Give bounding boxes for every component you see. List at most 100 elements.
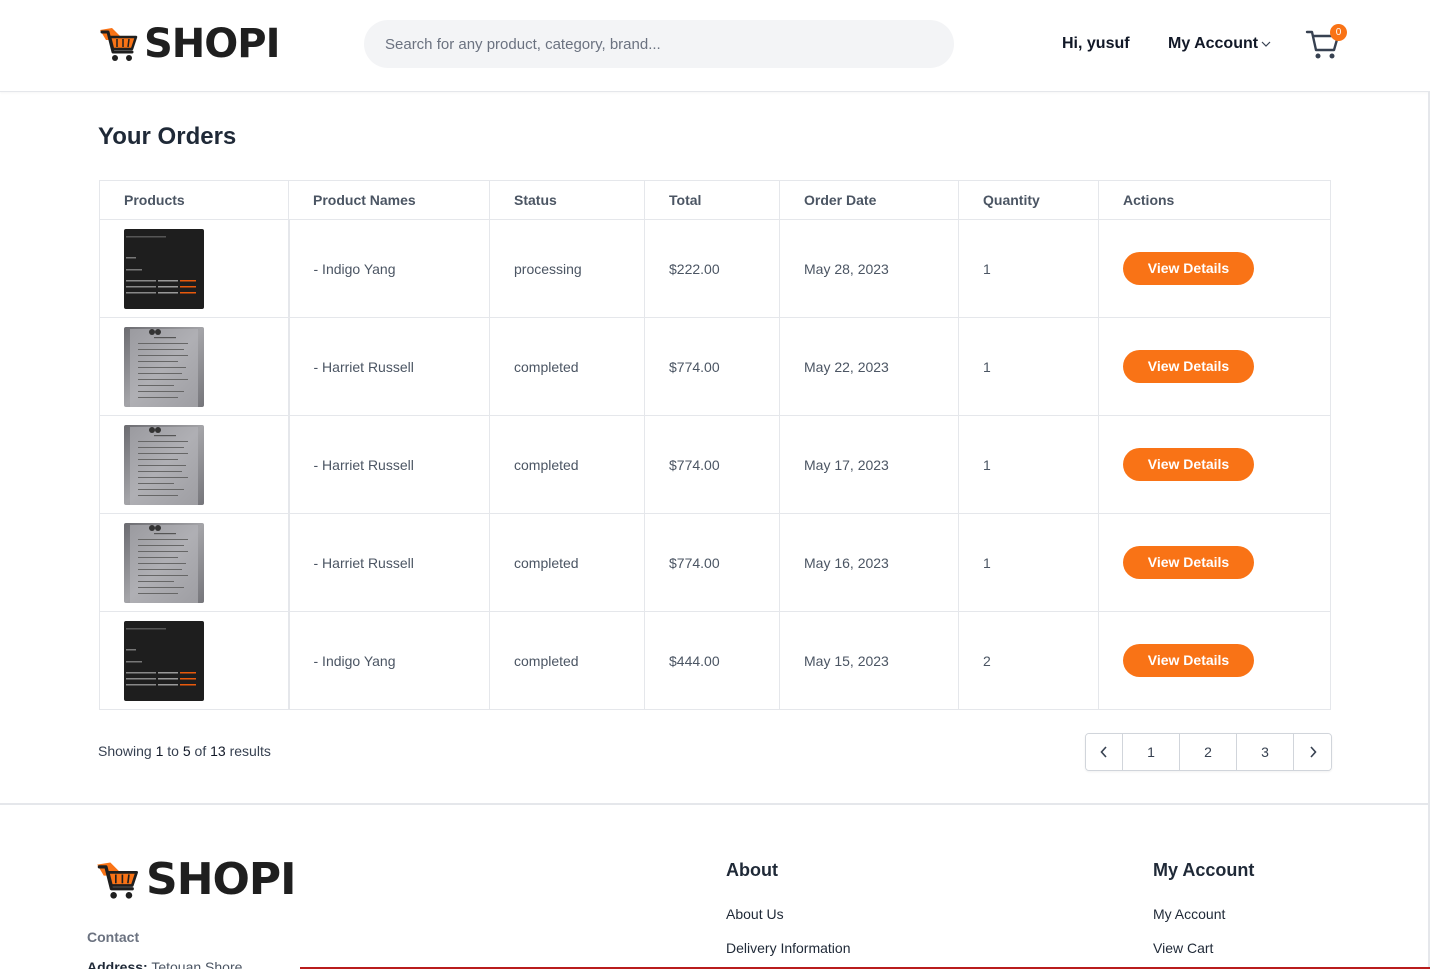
column-header-product-names: Product Names: [288, 180, 490, 220]
product-image-cell: [99, 513, 290, 612]
product-name: - Harriet Russell: [288, 415, 490, 514]
footer-my-account-title: My Account: [1153, 860, 1255, 880]
page-3-button[interactable]: 3: [1237, 734, 1294, 770]
chevron-left-icon: [1100, 746, 1107, 758]
order-date: May 15, 2023: [779, 611, 959, 710]
my-account-label: My Account: [1168, 35, 1259, 52]
to-word: to: [167, 743, 179, 759]
column-header-actions: Actions: [1098, 180, 1331, 220]
address-value: Tetouan Shore: [151, 959, 243, 969]
orders-table: Products Product Names Status Total Orde…: [99, 180, 1331, 710]
footer-link-view-cart[interactable]: View Cart: [1153, 940, 1213, 956]
order-total: $222.00: [644, 219, 780, 318]
results-total: 13: [210, 743, 226, 759]
view-details-button[interactable]: View Details: [1123, 350, 1254, 383]
product-image-cell: [99, 415, 290, 514]
footer-link-delivery-information[interactable]: Delivery Information: [726, 940, 851, 956]
footer-link-my-account[interactable]: My Account: [1153, 906, 1225, 922]
table-row: - Harriet Russell completed $774.00 May 16,…: [99, 513, 1331, 612]
order-date: May 16, 2023: [779, 513, 959, 612]
actions-cell: View Details: [1098, 415, 1331, 514]
next-page-button[interactable]: [1294, 734, 1331, 770]
footer-logo-text: SHOPI: [146, 854, 297, 905]
product-name: - Harriet Russell: [288, 513, 490, 612]
results-suffix: results: [229, 743, 271, 759]
view-details-button[interactable]: View Details: [1123, 252, 1254, 285]
footer-divider: [0, 803, 1430, 805]
product-image-cell: [99, 317, 290, 416]
order-date: May 17, 2023: [779, 415, 959, 514]
user-greeting: Hi, yusuf: [1062, 35, 1130, 52]
order-quantity: 1: [958, 219, 1099, 318]
footer-address: Address: Tetouan Shore: [87, 959, 242, 969]
results-summary: Showing 1 to 5 of 13 results: [98, 743, 271, 759]
order-total: $444.00: [644, 611, 780, 710]
table-header-row: Products Product Names Status Total Orde…: [99, 180, 1331, 220]
product-image-cell: [99, 611, 290, 710]
product-thumbnail[interactable]: [124, 424, 204, 505]
table-row: - Harriet Russell completed $774.00 May 22,…: [99, 317, 1331, 416]
order-quantity: 1: [958, 415, 1099, 514]
footer-link-about-us[interactable]: About Us: [726, 906, 784, 922]
product-thumbnail[interactable]: [124, 620, 204, 701]
actions-cell: View Details: [1098, 219, 1331, 318]
chevron-right-icon: [1309, 746, 1317, 758]
showing-prefix: Showing: [98, 743, 152, 759]
shopping-cart-logo-icon: [97, 862, 138, 899]
site-logo[interactable]: SHOPI: [98, 22, 280, 66]
cart-count-badge: 0: [1330, 24, 1347, 41]
product-image-cell: [99, 219, 290, 318]
order-date: May 28, 2023: [779, 219, 959, 318]
order-status: completed: [489, 415, 645, 514]
previous-page-button[interactable]: [1086, 734, 1123, 770]
order-status: completed: [489, 611, 645, 710]
footer-about-title: About: [726, 860, 778, 880]
footer-contact-title: Contact: [87, 929, 140, 945]
column-header-quantity: Quantity: [958, 180, 1099, 220]
order-status: completed: [489, 317, 645, 416]
view-details-button[interactable]: View Details: [1123, 448, 1254, 481]
order-date: May 22, 2023: [779, 317, 959, 416]
view-details-button[interactable]: View Details: [1123, 546, 1254, 579]
product-thumbnail[interactable]: [124, 326, 204, 407]
order-quantity: 1: [958, 317, 1099, 416]
table-row: - Harriet Russell completed $774.00 May 17,…: [99, 415, 1331, 514]
view-details-button[interactable]: View Details: [1123, 644, 1254, 677]
logo-text: SHOPI: [144, 21, 280, 67]
product-thumbnail[interactable]: [124, 522, 204, 603]
page-title: Your Orders: [98, 123, 237, 150]
order-status: completed: [489, 513, 645, 612]
footer-logo[interactable]: SHOPI: [95, 854, 297, 905]
table-row: - Indigo Yang completed $444.00 May 15, 202…: [99, 611, 1331, 710]
order-total: $774.00: [644, 415, 780, 514]
site-header: SHOPI Hi, yusuf My Account 0: [0, 0, 1430, 92]
product-name: - Indigo Yang: [288, 611, 490, 710]
my-account-dropdown[interactable]: My Account: [1168, 35, 1271, 53]
order-total: $774.00: [644, 513, 780, 612]
actions-cell: View Details: [1098, 317, 1331, 416]
column-header-products: Products: [99, 180, 289, 220]
order-quantity: 1: [958, 513, 1099, 612]
address-label: Address:: [87, 959, 148, 969]
order-status: processing: [489, 219, 645, 318]
chevron-down-icon: [1261, 41, 1271, 47]
product-name: - Indigo Yang: [288, 219, 490, 318]
column-header-status: Status: [489, 180, 645, 220]
column-header-total: Total: [644, 180, 780, 220]
pagination: 1 2 3: [1085, 733, 1332, 771]
order-total: $774.00: [644, 317, 780, 416]
product-thumbnail[interactable]: [124, 228, 204, 309]
column-header-order-date: Order Date: [779, 180, 959, 220]
results-to: 5: [182, 743, 191, 759]
search-input[interactable]: [364, 20, 954, 68]
order-quantity: 2: [958, 611, 1099, 710]
results-from: 1: [155, 743, 164, 759]
table-row: - Indigo Yang processing $222.00 May 28, 20…: [99, 219, 1331, 318]
product-name: - Harriet Russell: [288, 317, 490, 416]
page-1-button[interactable]: 1: [1123, 734, 1180, 770]
shopping-cart-logo-icon: [100, 28, 138, 61]
of-word: of: [194, 743, 207, 759]
page-2-button[interactable]: 2: [1180, 734, 1237, 770]
actions-cell: View Details: [1098, 513, 1331, 612]
actions-cell: View Details: [1098, 611, 1331, 710]
